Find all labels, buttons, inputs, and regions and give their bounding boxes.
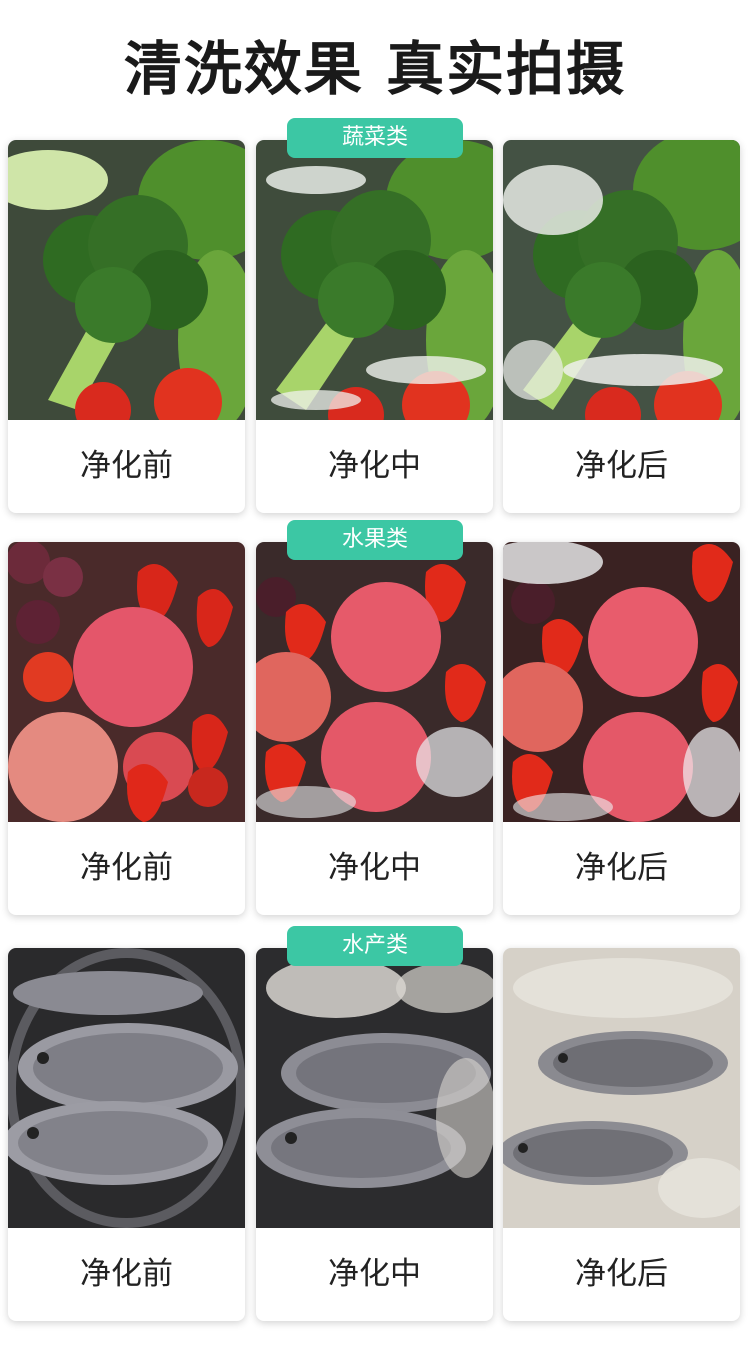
result-card-before: 净化前 [8,542,245,915]
caption-after: 净化后 [575,448,668,484]
caption-during: 净化中 [328,448,421,484]
vegetables-photo-after [503,140,740,420]
result-card-during: 净化中 [256,140,493,513]
category-tag-fruits: 水果类 [287,520,463,560]
result-card-during: 净化中 [256,542,493,915]
result-card-after: 净化后 [503,542,740,915]
caption-before: 净化前 [80,1256,173,1292]
caption-during: 净化中 [328,1256,421,1292]
result-card-after: 净化后 [503,948,740,1321]
caption-before: 净化前 [80,448,173,484]
caption-after: 净化后 [575,850,668,886]
section-vegetables: 蔬菜类 净化前 净化中 净化后 [0,118,750,540]
section-fruits: 水果类 净化前 净化中 净化后 [0,520,750,942]
page-title: 清洗效果 真实拍摄 [123,35,627,103]
caption-before: 净化前 [80,850,173,886]
fruits-photo-during [256,542,493,822]
result-card-during: 净化中 [256,948,493,1321]
category-tag-vegetables: 蔬菜类 [287,118,463,158]
fish-photo-before [8,948,245,1228]
result-card-after: 净化后 [503,140,740,513]
caption-after: 净化后 [575,1256,668,1292]
vegetables-photo-before [8,140,245,420]
fruits-photo-after [503,542,740,822]
section-seafood: 水产类 净化前 净化中 净化后 [0,926,750,1348]
fruits-photo-before [8,542,245,822]
result-card-before: 净化前 [8,948,245,1321]
caption-during: 净化中 [328,850,421,886]
vegetables-photo-during [256,140,493,420]
fish-photo-after [503,948,740,1228]
category-tag-seafood: 水产类 [287,926,463,966]
result-card-before: 净化前 [8,140,245,513]
fish-photo-during [256,948,493,1228]
